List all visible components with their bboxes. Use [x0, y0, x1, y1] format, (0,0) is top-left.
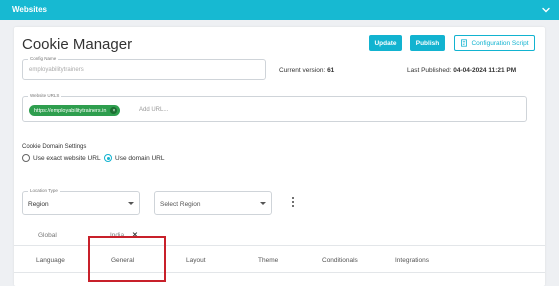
radio-button[interactable] [22, 154, 30, 162]
close-icon[interactable]: × [110, 107, 118, 114]
url-chip[interactable]: https://employabilitytrainers.in × [29, 105, 121, 116]
add-url-input[interactable]: Add URL... [139, 107, 168, 113]
location-type-label: Location Type [28, 188, 60, 193]
region-select[interactable]: Select Region [154, 191, 272, 215]
update-button[interactable]: Update [369, 35, 402, 51]
tab-language[interactable]: Language [36, 257, 65, 264]
website-urls-field[interactable]: Website URLS https://employabilitytraine… [22, 93, 527, 122]
websites-title: Websites [12, 5, 47, 14]
radio-exact-url-label: Use exact website URL [33, 154, 101, 162]
last-published: Last Published: 04-04-2024 11:21 PM [407, 67, 516, 74]
location-type-select[interactable]: Location Type Region [22, 188, 140, 215]
chevron-down-icon[interactable] [539, 3, 553, 17]
website-urls-label: Website URLS [28, 93, 62, 98]
configuration-script-button[interactable]: Configuration Script [454, 35, 535, 51]
cookie-domain-settings-title: Cookie Domain Settings [22, 144, 87, 150]
cookie-manager-card: Cookie Manager Update Publish Configurat… [14, 27, 545, 286]
region-placeholder: Select Region [160, 201, 201, 208]
url-chip-label: https://employabilitytrainers.in [34, 107, 107, 114]
tab-conditionals[interactable]: Conditionals [322, 257, 358, 264]
config-name-value: employabilitytrainers [29, 67, 84, 73]
tab-global[interactable]: Global [38, 232, 57, 239]
version-label: Current version: [279, 67, 326, 74]
radio-exact-url[interactable]: Use exact website URL [22, 154, 101, 162]
location-type-value: Region [28, 201, 49, 208]
caret-down-icon [260, 202, 266, 205]
tab-theme[interactable]: Theme [258, 257, 278, 264]
radio-button-selected[interactable] [104, 154, 112, 162]
version-value: 61 [327, 67, 335, 74]
caret-down-icon [128, 202, 134, 205]
highlight-box [88, 236, 166, 282]
tab-integrations[interactable]: Integrations [395, 257, 429, 264]
radio-domain-url-label: Use domain URL [115, 154, 165, 162]
publish-button[interactable]: Publish [410, 35, 445, 51]
document-icon [461, 39, 468, 47]
page-title: Cookie Manager [22, 36, 133, 53]
tab-layout[interactable]: Layout [186, 257, 206, 264]
more-options-icon[interactable] [292, 197, 295, 207]
config-name-field[interactable]: Config Name employabilitytrainers [22, 56, 266, 80]
config-name-label: Config Name [28, 56, 59, 61]
configuration-script-label: Configuration Script [471, 39, 529, 47]
websites-bar[interactable]: Websites [0, 0, 559, 20]
published-label: Last Published: [407, 67, 452, 74]
radio-domain-url[interactable]: Use domain URL [104, 154, 165, 162]
published-value: 04-04-2024 11:21 PM [453, 67, 517, 74]
current-version: Current version: 61 [279, 67, 334, 74]
